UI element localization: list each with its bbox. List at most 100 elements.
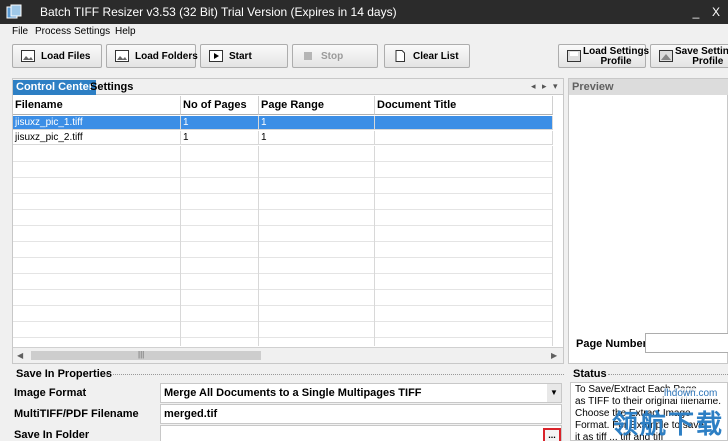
browse-folder-button[interactable]: ... — [543, 428, 561, 441]
menu-settings[interactable]: Settings — [74, 26, 110, 37]
table-row[interactable]: jisuxz_pic_2.tiff 1 1 — [13, 131, 553, 145]
empty-cell — [375, 290, 553, 306]
cell-pages: 1 — [181, 116, 259, 130]
load-settings-profile-button[interactable]: Load Settings Profile — [558, 44, 649, 68]
scrollbar-thumb[interactable] — [31, 351, 261, 360]
app-icon — [6, 4, 22, 19]
empty-cell — [259, 146, 375, 162]
empty-table-row — [13, 178, 553, 194]
empty-cell — [259, 162, 375, 178]
empty-table-row — [13, 210, 553, 226]
empty-cell — [181, 146, 259, 162]
empty-cell — [181, 178, 259, 194]
empty-cell — [13, 178, 181, 194]
cell-page-range: 1 — [259, 131, 375, 145]
load-profile-icon — [567, 50, 581, 62]
scroll-right-icon[interactable]: ▶ — [551, 351, 557, 360]
empty-cell — [181, 162, 259, 178]
toolbar: Load Files Load Folders Start Stop Clear… — [0, 40, 728, 72]
empty-cell — [259, 178, 375, 194]
empty-cell — [13, 306, 181, 322]
empty-cell — [181, 226, 259, 242]
page-number-input[interactable] — [645, 333, 728, 353]
empty-table-row — [13, 258, 553, 274]
dropdown-arrow-icon[interactable]: ▼ — [547, 384, 561, 402]
tab-control-center[interactable]: Control Center — [13, 80, 96, 95]
empty-cell — [259, 274, 375, 290]
empty-cell — [259, 194, 375, 210]
file-list-table: Filename No of Pages Page Range Document… — [13, 96, 563, 346]
empty-cell — [375, 194, 553, 210]
menu-help[interactable]: Help — [115, 26, 136, 37]
tab-settings[interactable]: Settings — [87, 80, 136, 95]
horizontal-scrollbar[interactable]: ◀ ||| ▶ — [13, 347, 563, 363]
save-properties-title: Save In Properties — [16, 368, 112, 380]
cell-document-title — [375, 116, 553, 130]
load-profile-line2: Profile — [600, 56, 632, 67]
scroll-left-icon[interactable]: ◀ — [17, 351, 23, 360]
status-title: Status — [573, 368, 607, 380]
empty-table-row — [13, 146, 553, 162]
empty-table-row — [13, 274, 553, 290]
empty-cell — [375, 178, 553, 194]
title-bar: Batch TIFF Resizer v3.53 (32 Bit) Trial … — [0, 0, 728, 24]
save-folder-label: Save In Folder — [14, 429, 90, 441]
image-format-label: Image Format — [14, 387, 87, 399]
tab-bar: Control Center Settings ◂ ▸ ▾ — [13, 79, 563, 95]
empty-cell — [13, 210, 181, 226]
image-format-value: Merge All Documents to a Single Multipag… — [164, 387, 422, 399]
cell-pages: 1 — [181, 131, 259, 145]
close-button[interactable]: X — [706, 2, 726, 22]
save-folder-input[interactable]: ... — [160, 425, 562, 441]
document-icon — [395, 50, 405, 62]
empty-cell — [259, 306, 375, 322]
filename-input[interactable]: merged.tif — [160, 404, 562, 424]
load-files-button[interactable]: Load Files — [12, 44, 102, 68]
image-format-select[interactable]: Merge All Documents to a Single Multipag… — [160, 383, 562, 403]
scrollbar-grip-icon: ||| — [138, 350, 145, 359]
empty-cell — [181, 306, 259, 322]
tab-menu-icon[interactable]: ▾ — [553, 81, 558, 92]
filename-value: merged.tif — [164, 408, 218, 420]
column-header-pages[interactable]: No of Pages — [181, 96, 259, 115]
empty-cell — [259, 322, 375, 338]
empty-cell — [181, 322, 259, 338]
watermark-logo: 领航下载 — [612, 409, 725, 439]
empty-table-row — [13, 338, 553, 346]
save-settings-profile-button[interactable]: Save SettingsProfile — [650, 44, 728, 68]
empty-table-row — [13, 194, 553, 210]
empty-cell — [13, 258, 181, 274]
menu-process[interactable]: Process — [35, 26, 71, 37]
empty-cell — [375, 338, 553, 346]
empty-cell — [375, 274, 553, 290]
tab-next-icon[interactable]: ▸ — [542, 81, 547, 92]
status-divider — [608, 374, 728, 375]
cell-page-range: 1 — [259, 116, 375, 130]
empty-cell — [13, 242, 181, 258]
filename-label: MultiTIFF/PDF Filename — [14, 408, 139, 420]
empty-cell — [375, 258, 553, 274]
menu-file[interactable]: File — [12, 26, 28, 37]
empty-cell — [375, 242, 553, 258]
empty-cell — [13, 146, 181, 162]
column-header-filename[interactable]: Filename — [13, 96, 181, 115]
tab-prev-icon[interactable]: ◂ — [531, 81, 536, 92]
stop-button[interactable]: Stop — [292, 44, 378, 68]
minimize-button[interactable]: _ — [686, 2, 706, 22]
empty-cell — [259, 242, 375, 258]
control-center-panel: Control Center Settings ◂ ▸ ▾ Filename N… — [12, 78, 564, 364]
empty-cell — [259, 226, 375, 242]
empty-cell — [13, 338, 181, 346]
empty-table-row — [13, 162, 553, 178]
folder-image-icon — [115, 50, 129, 62]
empty-cell — [181, 194, 259, 210]
empty-cell — [375, 146, 553, 162]
column-header-page-range[interactable]: Page Range — [259, 96, 375, 115]
load-folders-button[interactable]: Load Folders — [106, 44, 198, 68]
empty-cell — [259, 338, 375, 346]
column-header-document-title[interactable]: Document Title — [375, 96, 553, 115]
table-row[interactable]: jisuxz_pic_1.tiff 1 1 — [13, 116, 553, 130]
start-button[interactable]: Start — [200, 44, 288, 68]
cell-filename: jisuxz_pic_1.tiff — [13, 116, 181, 130]
clear-list-button[interactable]: Clear List — [384, 44, 470, 68]
